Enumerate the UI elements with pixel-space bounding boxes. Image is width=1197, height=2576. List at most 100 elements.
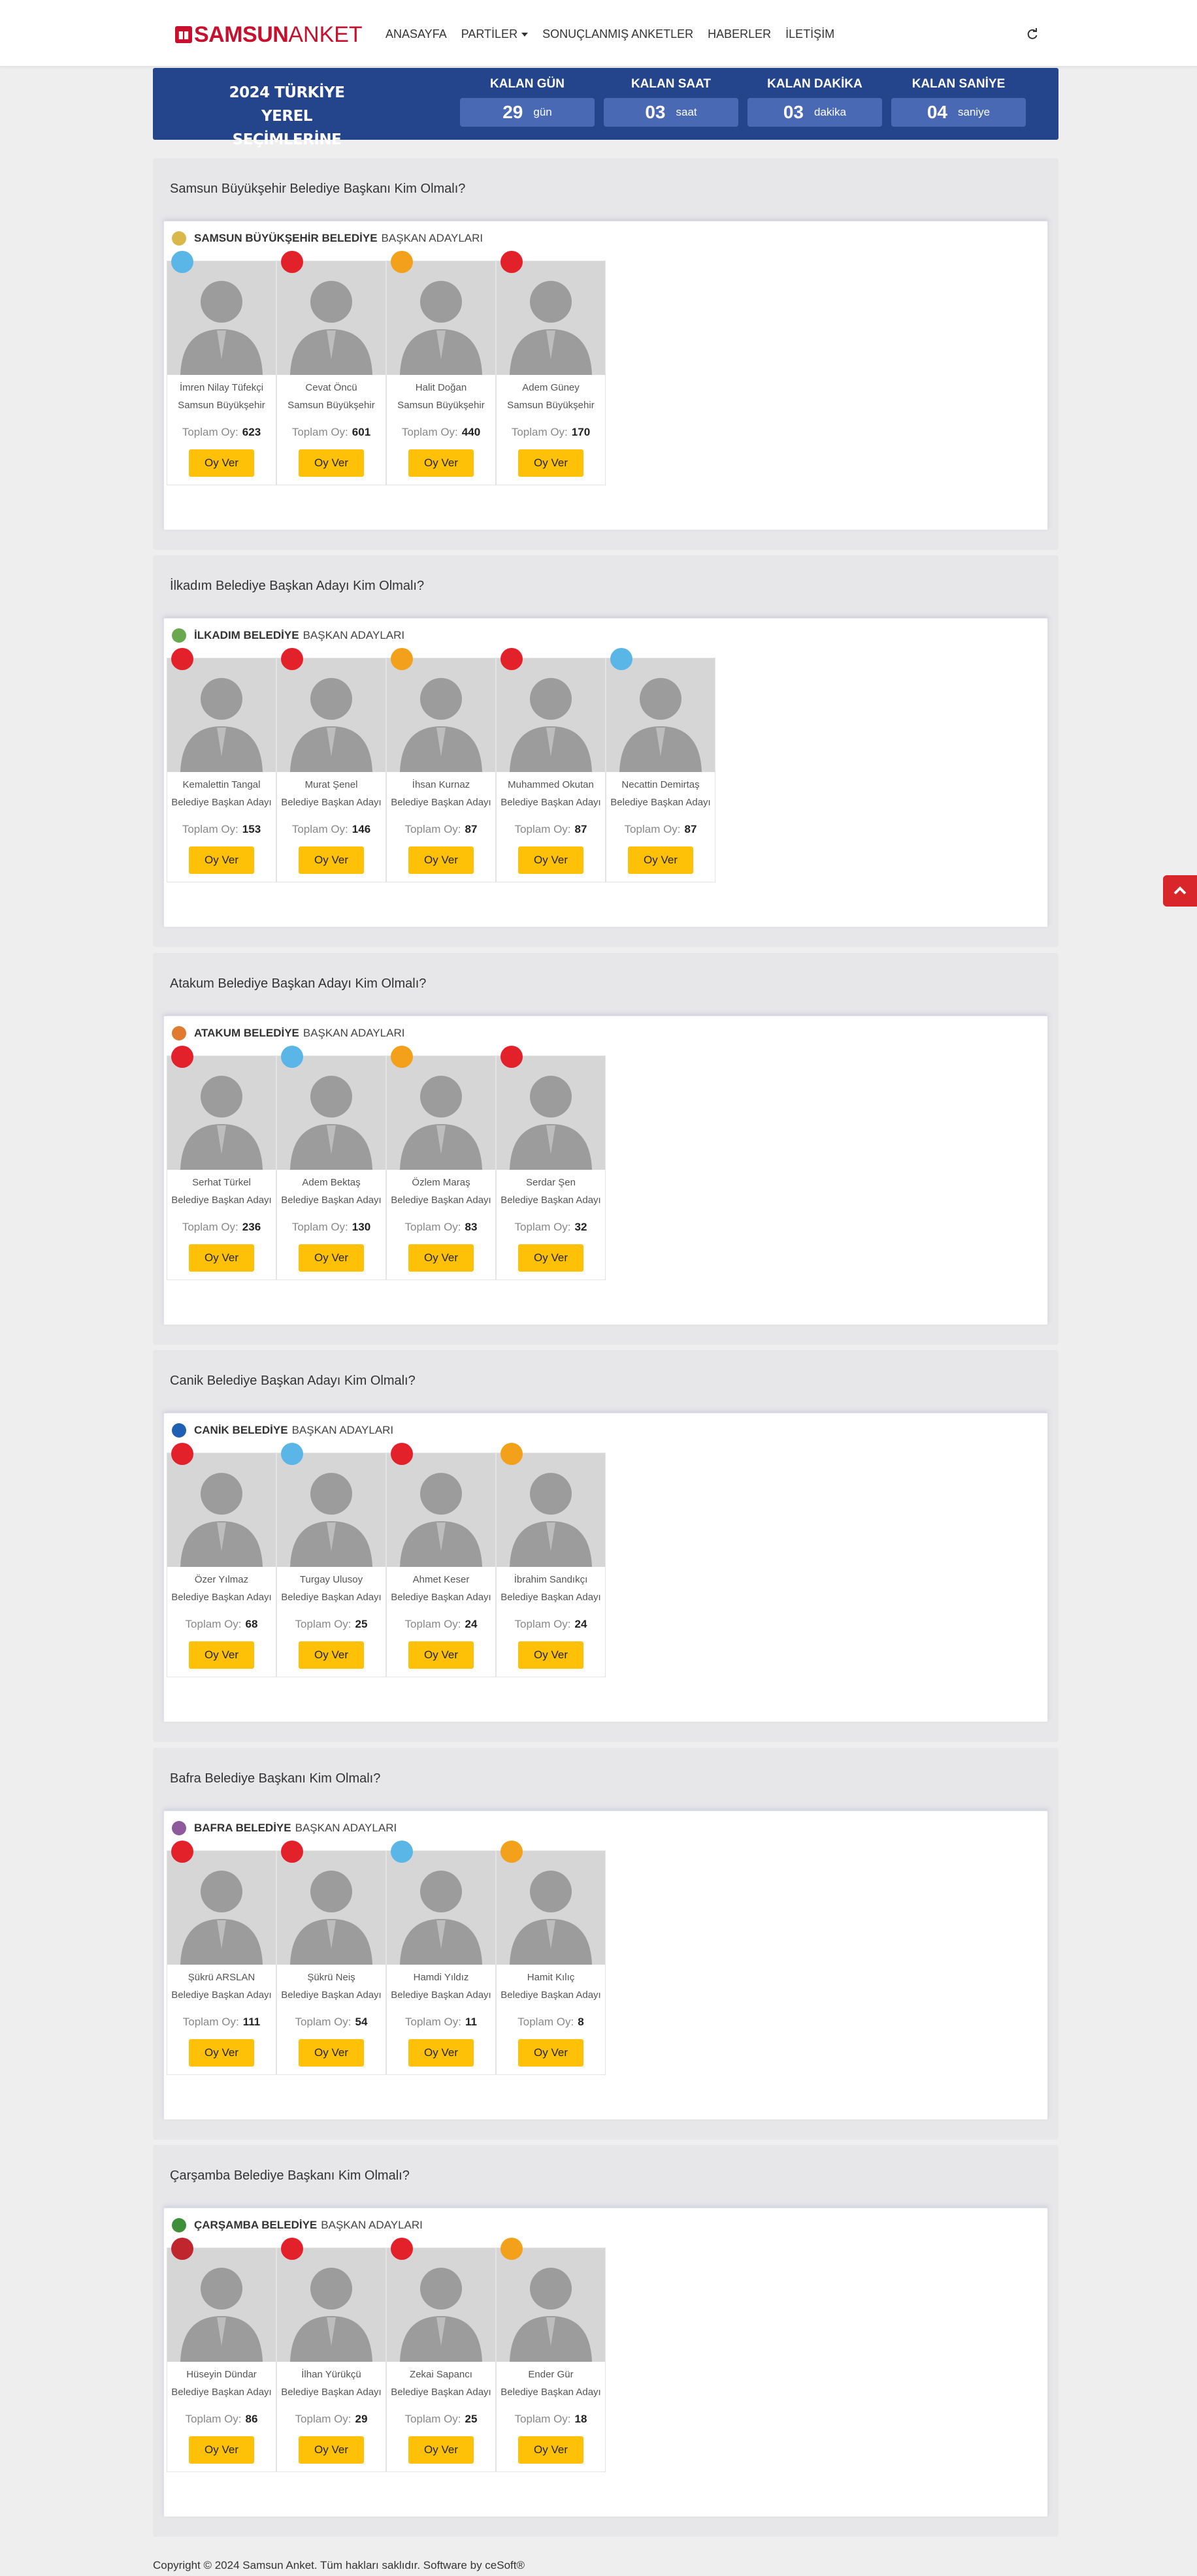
vote-button[interactable]: Oy Ver [518,1244,583,1272]
countdown-title: 2024 TÜRKİYE YEREL SEÇİMLERİNE [212,81,362,152]
refresh-icon[interactable] [1026,27,1039,40]
candidate-card: Adem Bektaş Belediye Başkan Adayı Toplam O… [276,1046,386,1280]
candidate-title: Belediye Başkan Adayı [171,1195,272,1206]
candidate-photo [277,658,385,772]
chevron-down-icon [521,33,529,37]
candidate-photo [606,658,715,772]
countdown-unit: dakika [814,106,847,118]
candidate-info: Kemalettin Tangal Belediye Başkan Adayı [167,776,276,811]
vote-button[interactable]: Oy Ver [299,449,364,477]
vote-button[interactable]: Oy Ver [518,449,583,477]
party-logo-icon [171,1046,193,1068]
site-logo[interactable]: ▮▮ SAMSUN ANKET [175,24,363,46]
vote-button[interactable]: Oy Ver [299,846,364,874]
municipality-name: İLKADIM BELEDİYE [194,629,299,641]
vote-button[interactable]: Oy Ver [189,846,254,874]
vote-total: Toplam Oy: 153 [182,823,261,835]
vote-total: Toplam Oy: 8 [517,2016,584,2028]
party-logo-icon [500,1046,523,1068]
countdown-seconds: KALAN SANİYE 04 saniye [891,74,1026,127]
candidate-name: Murat Şenel [304,779,358,790]
back-to-top-button[interactable] [1163,875,1197,907]
party-logo-icon [171,1443,193,1465]
candidate-card: Zekai Sapancı Belediye Başkan Adayı Toplam… [386,2238,496,2472]
vote-button[interactable]: Oy Ver [408,846,474,874]
municipality-logo-icon [172,231,186,246]
vote-total: Toplam Oy: 83 [404,1221,478,1233]
vote-total: Toplam Oy: 25 [404,2413,478,2425]
candidate-card: Hamit Kılıç Belediye Başkan Adayı Toplam O… [496,1841,606,2075]
vote-count: 83 [465,1221,478,1233]
vote-count: 25 [355,1618,368,1630]
candidate-photo [277,1453,385,1567]
vote-button[interactable]: Oy Ver [628,846,693,874]
vote-button[interactable]: Oy Ver [518,2039,583,2067]
municipality-logo-icon [172,628,186,643]
candidate-card: Muhammed Okutan Belediye Başkan Adayı Topl… [496,648,606,882]
panel-header-suffix: BAŞKAN ADAYLARI [381,232,484,244]
candidate-card: İmren Nilay Tüfekçi Samsun Büyükşehir Topl… [167,251,276,485]
vote-button[interactable]: Oy Ver [518,1641,583,1669]
vote-button[interactable]: Oy Ver [189,449,254,477]
candidate-name: Zekai Sapancı [410,2369,472,2380]
candidate-info: İmren Nilay Tüfekçi Samsun Büyükşehir [167,379,276,414]
panel-header-suffix: BAŞKAN ADAYLARI [303,629,405,641]
vote-button[interactable]: Oy Ver [299,1641,364,1669]
countdown-number: 03 [645,102,666,122]
poll-section: İlkadım Belediye Başkan Adayı Kim Olmalı… [153,555,1058,947]
vote-button[interactable]: Oy Ver [408,449,474,477]
panel-header: CANİK BELEDİYE BAŞKAN ADAYLARI [172,1423,393,1438]
vote-button[interactable]: Oy Ver [408,2436,474,2464]
vote-button[interactable]: Oy Ver [408,1641,474,1669]
vote-button[interactable]: Oy Ver [299,2039,364,2067]
candidate-info: Murat Şenel Belediye Başkan Adayı [277,776,385,811]
candidate-info: Necattin Demirtaş Belediye Başkan Adayı [606,776,715,811]
municipality-name: SAMSUN BÜYÜKŞEHİR BELEDİYE [194,232,378,244]
candidate-info: Adem Bektaş Belediye Başkan Adayı [277,1174,385,1209]
vote-button[interactable]: Oy Ver [299,2436,364,2464]
panel-header: SAMSUN BÜYÜKŞEHİR BELEDİYE BAŞKAN ADAYLAR… [172,231,483,246]
candidate-info: Adem Güney Samsun Büyükşehir [497,379,605,414]
vote-count: 146 [352,823,371,835]
vote-button[interactable]: Oy Ver [408,2039,474,2067]
candidate-name: İlhan Yürükçü [301,2369,361,2380]
countdown-number: 04 [926,102,947,122]
candidate-card: Özlem Maraş Belediye Başkan Adayı Toplam O… [386,1046,496,1280]
candidate-title: Belediye Başkan Adayı [391,1195,491,1206]
menu-item-partiler[interactable]: PARTİLER [461,27,529,41]
vote-count: 68 [245,1618,258,1630]
vote-count: 24 [574,1618,587,1630]
vote-button[interactable]: Oy Ver [299,1244,364,1272]
candidate-info: Şükrü ARSLAN Belediye Başkan Adayı [167,1969,276,2004]
candidate-title: Belediye Başkan Adayı [171,797,272,808]
candidate-title: Belediye Başkan Adayı [610,797,711,808]
panel-header: ATAKUM BELEDİYE BAŞKAN ADAYLARI [172,1025,404,1041]
party-logo-icon [610,648,632,670]
candidate-name: Şükrü ARSLAN [188,1972,255,1983]
party-logo-icon [500,648,523,670]
menu-item-anasayfa[interactable]: ANASAYFA [385,27,447,41]
poll-question: Bafra Belediye Başkanı Kim Olmalı? [170,1771,381,1786]
candidate-title: Belediye Başkan Adayı [500,797,601,808]
candidate-photo [167,1453,276,1567]
menu-item-iletisim[interactable]: İLETİŞİM [785,27,834,41]
vote-button[interactable]: Oy Ver [189,2039,254,2067]
vote-button[interactable]: Oy Ver [189,2436,254,2464]
vote-total: Toplam Oy: 87 [624,823,697,835]
candidate-photo [277,261,385,375]
vote-button[interactable]: Oy Ver [408,1244,474,1272]
candidate-name: İhsan Kurnaz [412,779,470,790]
candidate-info: Serhat Türkel Belediye Başkan Adayı [167,1174,276,1209]
vote-count: 8 [578,2016,584,2028]
panel-header-suffix: BAŞKAN ADAYLARI [321,2219,423,2231]
vote-button[interactable]: Oy Ver [189,1244,254,1272]
candidate-name: Kemalettin Tangal [182,779,261,790]
vote-button[interactable]: Oy Ver [518,2436,583,2464]
menu-item-haberler[interactable]: HABERLER [708,27,771,41]
vote-total: Toplam Oy: 236 [182,1221,261,1233]
menu-item-sonuclanmis-anketler[interactable]: SONUÇLANMIŞ ANKETLER [542,27,693,41]
vote-total: Toplam Oy: 68 [185,1618,258,1630]
vote-button[interactable]: Oy Ver [189,1641,254,1669]
vote-button[interactable]: Oy Ver [518,846,583,874]
candidate-photo [497,1453,605,1567]
